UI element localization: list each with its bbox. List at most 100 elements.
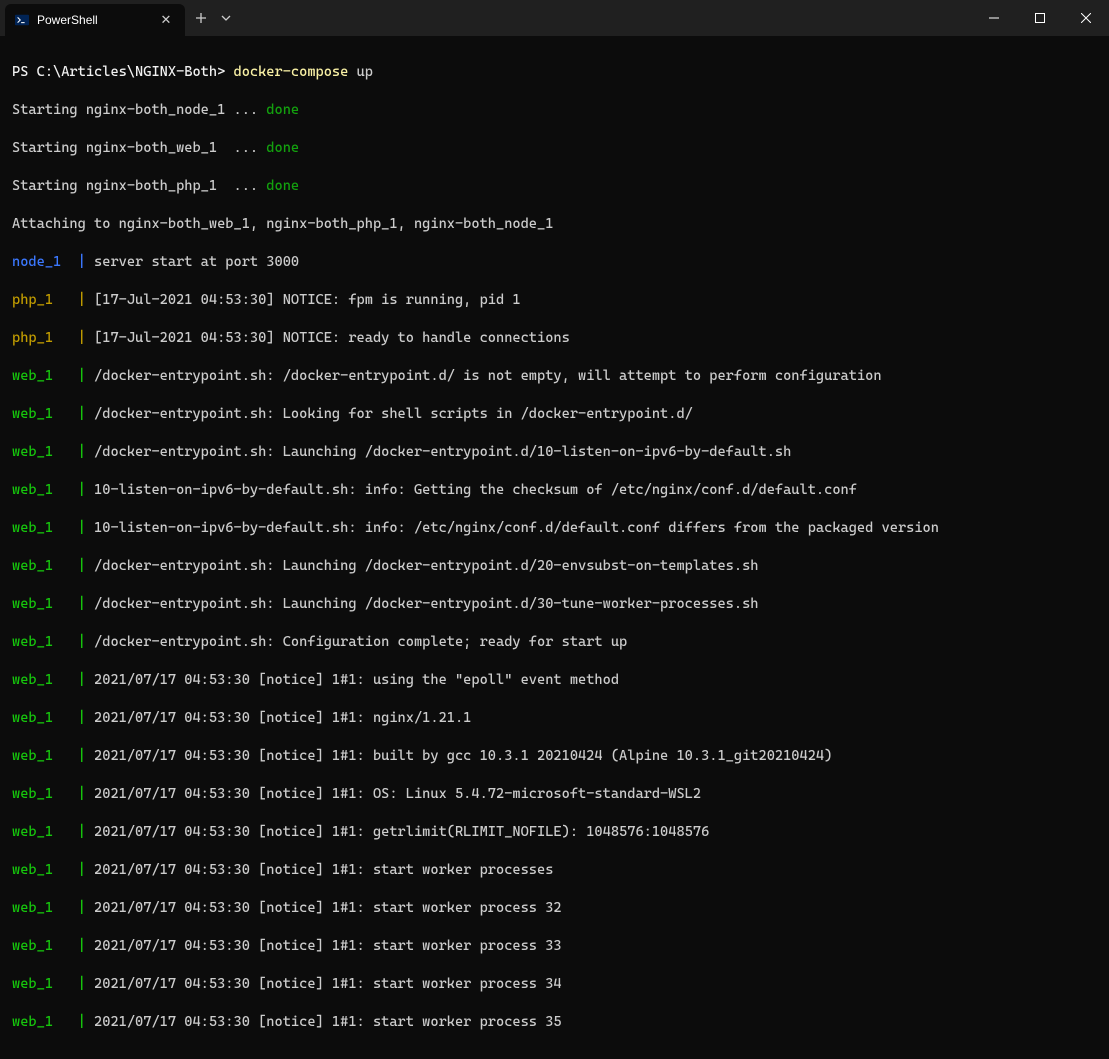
log-text: 2021/07/17 04:53:30 [notice] 1#1: start … (94, 1014, 562, 1030)
container-prefix-web: web_1 (12, 862, 78, 878)
prompt-line: PS C:\Articles\NGINX-Both> docker-compos… (12, 63, 1097, 82)
container-prefix-web: web_1 (12, 368, 78, 384)
new-tab-button[interactable] (195, 12, 207, 24)
output-line: web_1 | /docker-entrypoint.sh: Launching… (12, 443, 1097, 462)
output-line: web_1 | 2021/07/17 04:53:30 [notice] 1#1… (12, 975, 1097, 994)
output-line: web_1 | 2021/07/17 04:53:30 [notice] 1#1… (12, 937, 1097, 956)
log-text: /docker-entrypoint.sh: /docker-entrypoin… (94, 368, 882, 384)
output-line: web_1 | /docker-entrypoint.sh: Looking f… (12, 405, 1097, 424)
output-line: php_1 | [17-Jul-2021 04:53:30] NOTICE: r… (12, 329, 1097, 348)
log-text: /docker-entrypoint.sh: Looking for shell… (94, 406, 693, 422)
status-done: done (266, 102, 299, 118)
log-text: [17-Jul-2021 04:53:30] NOTICE: ready to … (94, 330, 570, 346)
separator: | (78, 862, 94, 878)
separator: | (78, 786, 94, 802)
separator: | (78, 938, 94, 954)
container-prefix-node: node_1 (12, 254, 78, 270)
output-line: web_1 | 2021/07/17 04:53:30 [notice] 1#1… (12, 899, 1097, 918)
container-prefix-web: web_1 (12, 900, 78, 916)
separator: | (78, 254, 94, 270)
separator: | (78, 558, 94, 574)
output-line: Starting nginx-both_web_1 ... done (12, 139, 1097, 158)
log-text: 2021/07/17 04:53:30 [notice] 1#1: getrli… (94, 824, 709, 840)
separator: | (78, 634, 94, 650)
container-prefix-web: web_1 (12, 558, 78, 574)
container-prefix-web: web_1 (12, 786, 78, 802)
container-prefix-php: php_1 (12, 330, 78, 346)
output-line: web_1 | 10-listen-on-ipv6-by-default.sh:… (12, 519, 1097, 538)
tabs-container: PowerShell ✕ (0, 0, 231, 36)
container-prefix-web: web_1 (12, 748, 78, 764)
output-line: Starting nginx-both_node_1 ... done (12, 101, 1097, 120)
separator: | (78, 406, 94, 422)
container-prefix-web: web_1 (12, 596, 78, 612)
output-line: web_1 | /docker-entrypoint.sh: /docker-e… (12, 367, 1097, 386)
log-text: 2021/07/17 04:53:30 [notice] 1#1: using … (94, 672, 619, 688)
log-text: /docker-entrypoint.sh: Launching /docker… (94, 444, 791, 460)
terminal-output[interactable]: PS C:\Articles\NGINX-Both> docker-compos… (0, 36, 1109, 1059)
log-text: 2021/07/17 04:53:30 [notice] 1#1: nginx/… (94, 710, 471, 726)
log-text: 2021/07/17 04:53:30 [notice] 1#1: start … (94, 938, 562, 954)
separator: | (78, 330, 94, 346)
separator: | (78, 976, 94, 992)
log-text: 2021/07/17 04:53:30 [notice] 1#1: built … (94, 748, 832, 764)
output-line: web_1 | 2021/07/17 04:53:30 [notice] 1#1… (12, 709, 1097, 728)
separator: | (78, 748, 94, 764)
status-done: done (266, 178, 299, 194)
log-text: /docker-entrypoint.sh: Launching /docker… (94, 558, 758, 574)
close-button[interactable] (1063, 0, 1109, 36)
separator: | (78, 368, 94, 384)
container-prefix-web: web_1 (12, 634, 78, 650)
text: Starting nginx-both_node_1 ... (12, 102, 266, 118)
container-prefix-web: web_1 (12, 938, 78, 954)
output-line: web_1 | 2021/07/17 04:53:30 [notice] 1#1… (12, 861, 1097, 880)
log-text: [17-Jul-2021 04:53:30] NOTICE: fpm is ru… (94, 292, 521, 308)
output-line: web_1 | /docker-entrypoint.sh: Launching… (12, 557, 1097, 576)
log-text: server start at port 3000 (94, 254, 299, 270)
tab-powershell[interactable]: PowerShell ✕ (5, 4, 185, 36)
tab-close-button[interactable]: ✕ (157, 11, 175, 29)
separator: | (78, 520, 94, 536)
separator: | (78, 672, 94, 688)
container-prefix-web: web_1 (12, 824, 78, 840)
output-line: web_1 | 2021/07/17 04:53:30 [notice] 1#1… (12, 785, 1097, 804)
output-line: web_1 | 2021/07/17 04:53:30 [notice] 1#1… (12, 823, 1097, 842)
container-prefix-web: web_1 (12, 672, 78, 688)
container-prefix-web: web_1 (12, 1014, 78, 1030)
output-line: web_1 | /docker-entrypoint.sh: Configura… (12, 633, 1097, 652)
minimize-button[interactable] (971, 0, 1017, 36)
container-prefix-php: php_1 (12, 292, 78, 308)
tab-actions (185, 0, 231, 36)
separator: | (78, 710, 94, 726)
log-text: 2021/07/17 04:53:30 [notice] 1#1: start … (94, 976, 562, 992)
prompt-command: docker-compose (225, 64, 348, 80)
tab-title: PowerShell (37, 13, 149, 27)
log-text: 10-listen-on-ipv6-by-default.sh: info: G… (94, 482, 857, 498)
container-prefix-web: web_1 (12, 976, 78, 992)
log-text: /docker-entrypoint.sh: Launching /docker… (94, 596, 758, 612)
text: Starting nginx-both_php_1 ... (12, 178, 266, 194)
container-prefix-web: web_1 (12, 444, 78, 460)
output-line: Starting nginx-both_php_1 ... done (12, 177, 1097, 196)
log-text: /docker-entrypoint.sh: Configuration com… (94, 634, 627, 650)
log-text: 10-listen-on-ipv6-by-default.sh: info: /… (94, 520, 939, 536)
powershell-icon (15, 13, 29, 27)
separator: | (78, 596, 94, 612)
output-line: Attaching to nginx-both_web_1, nginx-bot… (12, 215, 1097, 234)
output-line: web_1 | 2021/07/17 04:53:30 [notice] 1#1… (12, 671, 1097, 690)
status-done: done (266, 140, 299, 156)
log-text: 2021/07/17 04:53:30 [notice] 1#1: start … (94, 900, 562, 916)
separator: | (78, 1014, 94, 1030)
separator: | (78, 482, 94, 498)
output-line: web_1 | /docker-entrypoint.sh: Launching… (12, 595, 1097, 614)
separator: | (78, 824, 94, 840)
separator: | (78, 900, 94, 916)
log-text: 2021/07/17 04:53:30 [notice] 1#1: OS: Li… (94, 786, 701, 802)
output-line: web_1 | 10-listen-on-ipv6-by-default.sh:… (12, 481, 1097, 500)
window-controls (971, 0, 1109, 36)
tab-dropdown-button[interactable] (221, 13, 231, 23)
maximize-button[interactable] (1017, 0, 1063, 36)
log-text: 2021/07/17 04:53:30 [notice] 1#1: start … (94, 862, 553, 878)
window-titlebar: PowerShell ✕ (0, 0, 1109, 36)
output-line: php_1 | [17-Jul-2021 04:53:30] NOTICE: f… (12, 291, 1097, 310)
